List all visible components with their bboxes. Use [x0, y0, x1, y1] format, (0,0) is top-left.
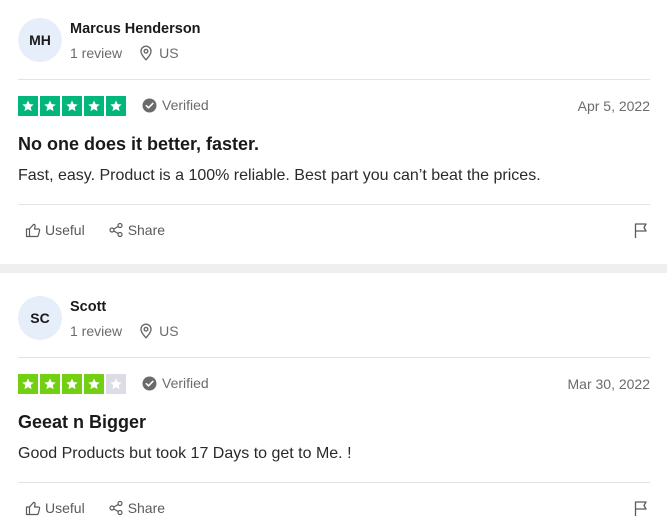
- useful-button[interactable]: Useful: [25, 500, 85, 516]
- review-actions: Useful Share: [25, 500, 165, 516]
- share-label: Share: [127, 222, 166, 238]
- divider: [18, 204, 650, 205]
- review-count: 1 review: [70, 323, 123, 339]
- review-date: Apr 5, 2022: [577, 98, 650, 114]
- divider: [18, 482, 650, 483]
- verified-badge[interactable]: Verified: [142, 97, 209, 113]
- star-filled-icon: [84, 374, 104, 394]
- review-title[interactable]: Geeat n Bigger: [18, 412, 146, 433]
- avatar-initials: SC: [30, 310, 50, 326]
- useful-label: Useful: [45, 222, 85, 238]
- star-filled-icon: [84, 96, 104, 116]
- reviewer-meta: 1 review US: [70, 323, 179, 339]
- divider: [18, 79, 650, 80]
- report-flag-button[interactable]: [633, 500, 649, 522]
- review-actions: Useful Share: [25, 222, 165, 238]
- star-empty-icon: [106, 374, 126, 394]
- useful-button[interactable]: Useful: [25, 222, 85, 238]
- useful-label: Useful: [45, 500, 85, 516]
- flag-icon: [634, 501, 647, 516]
- location-pin-icon: [140, 45, 152, 61]
- share-icon: [109, 222, 123, 238]
- verified-check-icon: [142, 98, 157, 112]
- verified-badge[interactable]: Verified: [142, 375, 209, 391]
- share-label: Share: [127, 500, 166, 516]
- review-date: Mar 30, 2022: [567, 376, 651, 392]
- thumbs-up-icon: [25, 223, 41, 238]
- verified-label: Verified: [162, 97, 209, 113]
- star-rating: [18, 96, 126, 116]
- verified-check-icon: [142, 376, 157, 390]
- star-filled-icon: [106, 96, 126, 116]
- star-filled-icon: [18, 374, 38, 394]
- report-flag-button[interactable]: [633, 222, 649, 244]
- reviewer-meta: 1 review US: [70, 45, 179, 61]
- review-card: SC Scott 1 review US Verified Mar 30, 20…: [0, 273, 667, 532]
- star-rating: [18, 374, 126, 394]
- location-text: US: [159, 323, 179, 339]
- star-filled-icon: [62, 374, 82, 394]
- star-filled-icon: [62, 96, 82, 116]
- location-pin-icon: [140, 323, 152, 339]
- share-button[interactable]: Share: [108, 222, 165, 238]
- star-filled-icon: [40, 96, 60, 116]
- divider: [18, 357, 650, 358]
- location-text: US: [159, 45, 179, 61]
- reviewer-name[interactable]: Marcus Henderson: [70, 21, 201, 37]
- star-filled-icon: [18, 96, 38, 116]
- avatar-initials: MH: [29, 32, 51, 48]
- avatar[interactable]: SC: [18, 296, 62, 340]
- share-icon: [109, 500, 123, 516]
- review-body: Fast, easy. Product is a 100% reliable. …: [18, 167, 541, 184]
- share-button[interactable]: Share: [108, 500, 165, 516]
- reviewer-name[interactable]: Scott: [70, 299, 106, 315]
- reviewer-location: US: [139, 45, 179, 61]
- thumbs-up-icon: [25, 501, 41, 516]
- avatar[interactable]: MH: [18, 18, 62, 62]
- reviewer-location: US: [139, 323, 179, 339]
- review-title[interactable]: No one does it better, faster.: [18, 134, 259, 155]
- review-count: 1 review: [70, 45, 123, 61]
- review-separator: [0, 264, 667, 273]
- star-filled-icon: [40, 374, 60, 394]
- review-card: MH Marcus Henderson 1 review US Verified…: [0, 0, 667, 264]
- flag-icon: [634, 223, 647, 238]
- review-body: Good Products but took 17 Days to get to…: [18, 445, 352, 462]
- verified-label: Verified: [162, 375, 209, 391]
